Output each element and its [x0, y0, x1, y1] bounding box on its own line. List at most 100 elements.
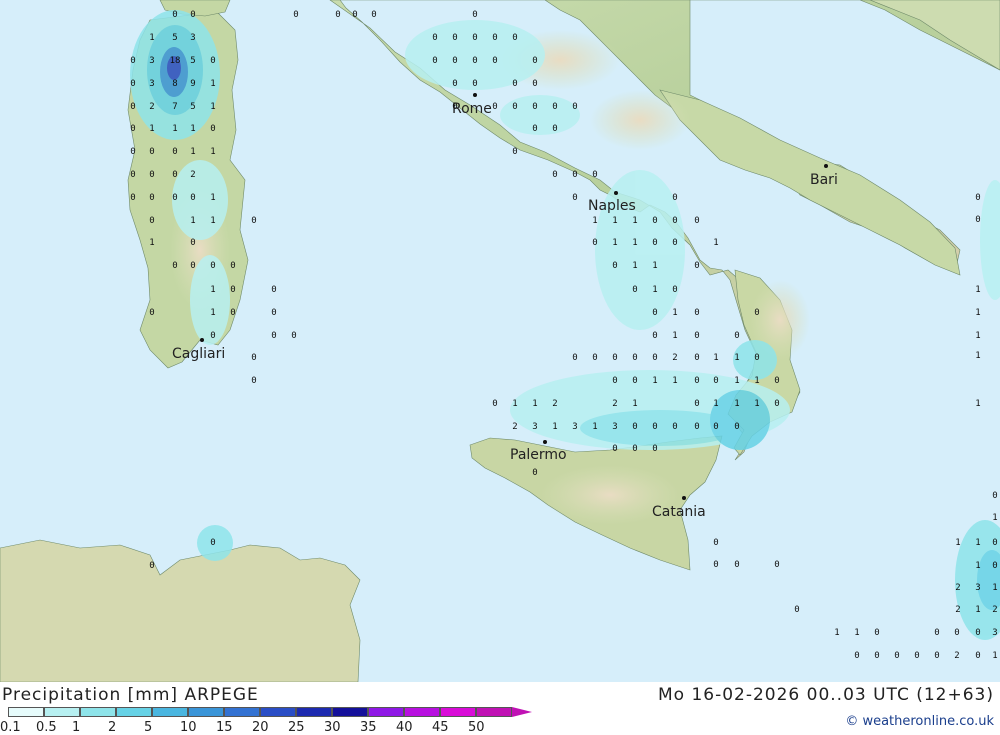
precip-value: 0 — [632, 444, 637, 454]
legend-swatch — [260, 707, 296, 717]
precip-value: 0 — [652, 216, 657, 226]
precip-value: 1 — [672, 308, 677, 318]
precip-value: 0 — [210, 331, 215, 341]
precip-value: 0 — [572, 353, 577, 363]
precip-value: 0 — [432, 33, 437, 43]
precip-value: 0 — [190, 261, 195, 271]
precip-value: 0 — [251, 376, 256, 386]
precip-value: 0 — [472, 56, 477, 66]
precip-value: 0 — [894, 651, 899, 661]
precip-value: 0 — [352, 10, 357, 20]
precip-value: 0 — [612, 353, 617, 363]
precip-value: 0 — [210, 56, 215, 66]
precip-value: 0 — [934, 651, 939, 661]
legend-swatch — [80, 707, 116, 717]
precip-value: 1 — [734, 399, 739, 409]
precip-value: 1 — [149, 124, 154, 134]
city-label-naples: Naples — [588, 198, 636, 214]
precip-value: 0 — [632, 353, 637, 363]
precip-value: 0 — [149, 170, 154, 180]
precip-value: 9 — [190, 79, 195, 89]
legend-swatch — [44, 707, 80, 717]
legend-swatch — [440, 707, 476, 717]
precip-value: 0 — [452, 102, 457, 112]
credit-link[interactable]: © weatheronline.co.uk — [845, 714, 994, 729]
precip-value: 0 — [713, 560, 718, 570]
precip-value: 0 — [734, 560, 739, 570]
precip-value: 1 — [172, 124, 177, 134]
precip-value: 0 — [190, 193, 195, 203]
precip-value: 0 — [512, 102, 517, 112]
precip-value: 2 — [992, 605, 997, 615]
legend-swatch — [404, 707, 440, 717]
precip-value: 0 — [992, 538, 997, 548]
precip-value: 0 — [210, 538, 215, 548]
legend-swatch — [188, 707, 224, 717]
precip-value: 1 — [672, 331, 677, 341]
precip-value: 1 — [713, 399, 718, 409]
precip-value: 0 — [652, 422, 657, 432]
precip-value: 0 — [532, 79, 537, 89]
precip-value: 1 — [975, 399, 980, 409]
precip-value: 0 — [452, 79, 457, 89]
precip-value: 0 — [734, 422, 739, 432]
precip-value: 1 — [992, 583, 997, 593]
precip-value: 0 — [230, 308, 235, 318]
precip-value: 1 — [532, 399, 537, 409]
precip-value: 1 — [975, 308, 980, 318]
precip-value: 0 — [975, 651, 980, 661]
precip-value: 0 — [774, 376, 779, 386]
precip-value: 1 — [672, 376, 677, 386]
precip-value: 0 — [130, 56, 135, 66]
precip-value: 1 — [734, 376, 739, 386]
precip-value: 0 — [592, 353, 597, 363]
precip-value: 0 — [492, 102, 497, 112]
city-label-rome: Rome — [452, 101, 492, 117]
precip-value: 0 — [694, 261, 699, 271]
precip-value: 0 — [130, 193, 135, 203]
precip-value: 0 — [694, 376, 699, 386]
precip-value: 3 — [992, 628, 997, 638]
precip-value: 0 — [190, 10, 195, 20]
precip-value: 0 — [472, 10, 477, 20]
precip-value: 0 — [592, 170, 597, 180]
precip-value: 0 — [612, 376, 617, 386]
precip-value: 0 — [694, 331, 699, 341]
precip-value: 0 — [149, 308, 154, 318]
precip-value: 0 — [694, 399, 699, 409]
precip-value: 1 — [734, 353, 739, 363]
precip-value: 0 — [149, 193, 154, 203]
precip-value: 0 — [672, 285, 677, 295]
precip-value: 0 — [172, 261, 177, 271]
precip-value: 0 — [874, 628, 879, 638]
precip-value: 0 — [612, 444, 617, 454]
precip-value: 2 — [955, 605, 960, 615]
precip-value: 2 — [190, 170, 195, 180]
precip-value: 0 — [552, 170, 557, 180]
precip-value: 2 — [149, 102, 154, 112]
precip-value: 1 — [632, 216, 637, 226]
precip-value: 0 — [149, 147, 154, 157]
precip-value: 1 — [552, 422, 557, 432]
forecast-datetime: Mo 16-02-2026 00..03 UTC (12+63) — [657, 685, 994, 705]
precip-value: 0 — [652, 308, 657, 318]
precip-value: 1 — [652, 285, 657, 295]
precip-value: 0 — [774, 399, 779, 409]
precip-value: 0 — [371, 10, 376, 20]
precip-value: 0 — [572, 193, 577, 203]
precip-value: 0 — [652, 353, 657, 363]
precip-value: 0 — [210, 261, 215, 271]
precip-value: 0 — [512, 147, 517, 157]
precip-value: 1 — [149, 33, 154, 43]
precip-value: 0 — [632, 376, 637, 386]
precip-value: 0 — [291, 331, 296, 341]
precip-value: 1 — [210, 147, 215, 157]
precip-value: 0 — [230, 261, 235, 271]
precip-value: 1 — [992, 651, 997, 661]
precip-legend: 0.1 0.5 1 2 5 10 15 20 25 30 35 40 45 50 — [0, 707, 532, 735]
precip-value: 0 — [774, 560, 779, 570]
precip-value: 3 — [532, 422, 537, 432]
precip-value: 0 — [934, 628, 939, 638]
precip-value: 0 — [672, 238, 677, 248]
precip-value: 1 — [190, 147, 195, 157]
